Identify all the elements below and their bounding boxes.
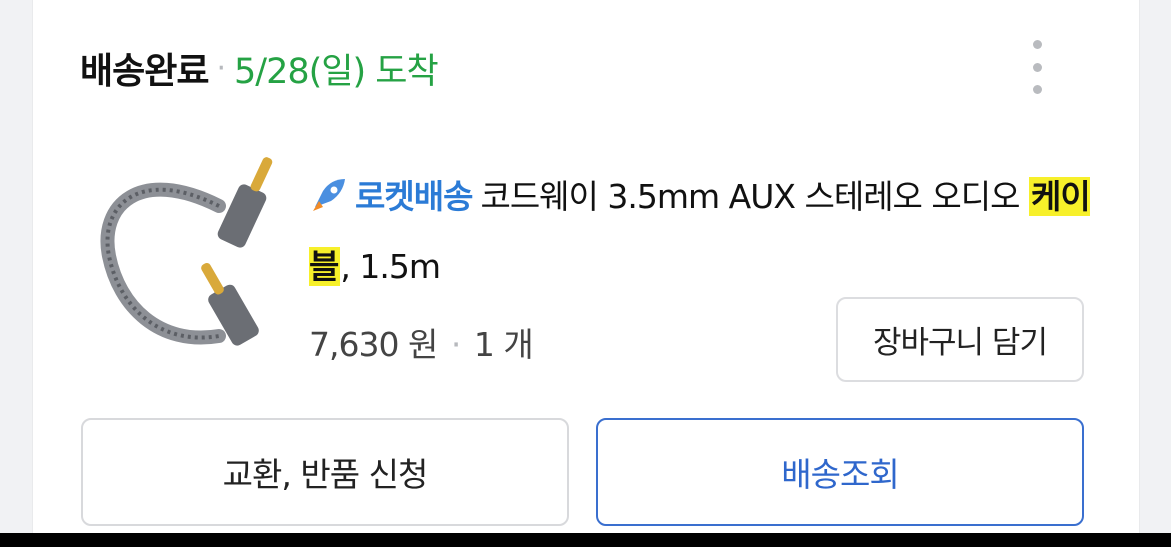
price-separator: · — [450, 325, 461, 364]
exchange-return-button[interactable]: 교환, 반품 신청 — [81, 418, 569, 526]
rocket-icon — [313, 179, 345, 211]
add-to-cart-button[interactable]: 장바구니 담기 — [836, 297, 1084, 382]
cable-braid — [105, 187, 220, 340]
product-name-part: 코드웨이 3.5mm AUX 스테레오 오디오 — [480, 177, 1029, 216]
more-dot — [1032, 62, 1042, 72]
more-dot — [1032, 85, 1042, 94]
screen: 배송완료 · 5/28(일) 도착 로켓배송 코드웨이 3.5mm AUX 스테… — [0, 0, 1171, 533]
delivery-status: 배송완료 — [80, 51, 209, 92]
rocket-delivery-label: 로켓배송 — [355, 177, 473, 216]
price-quantity: 7,630 원 · 1 개 — [309, 318, 534, 366]
product-quantity: 1 개 — [473, 325, 534, 364]
upper-plug-tip — [250, 157, 273, 192]
more-vertical-icon[interactable] — [1027, 40, 1047, 94]
product-thumbnail[interactable] — [99, 146, 305, 352]
product-name-suffix: , 1.5m — [340, 247, 441, 286]
order-header: 배송완료 · 5/28(일) 도착 — [80, 40, 439, 96]
order-card: 배송완료 · 5/28(일) 도착 로켓배송 코드웨이 3.5mm AUX 스테… — [32, 0, 1140, 533]
cable-loop — [100, 182, 226, 345]
arrival-date: 5/28(일) 도착 — [234, 51, 439, 92]
lower-plug-tip — [201, 263, 224, 295]
product-price: 7,630 원 — [309, 325, 438, 364]
more-dot — [1032, 40, 1042, 49]
header-separator: · — [216, 50, 227, 86]
upper-plug-body — [217, 184, 267, 248]
product-title[interactable]: 로켓배송 코드웨이 3.5mm AUX 스테레오 오디오 케이블, 1.5m — [309, 162, 1099, 302]
track-delivery-button[interactable]: 배송조회 — [596, 418, 1084, 526]
